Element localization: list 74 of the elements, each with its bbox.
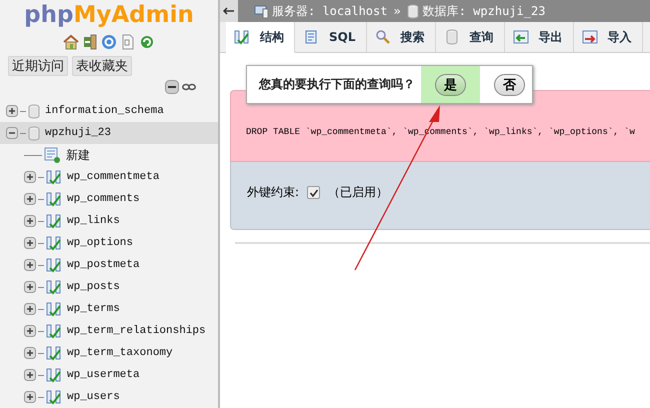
expand-toggle[interactable]: [6, 105, 18, 117]
table-name[interactable]: wp_posts: [67, 281, 120, 293]
structure-icon: [234, 29, 250, 45]
export-icon: [512, 29, 528, 45]
table-name[interactable]: wp_users: [67, 391, 120, 403]
expand-toggle[interactable]: [24, 347, 36, 359]
table-icon: [46, 279, 62, 295]
table-name[interactable]: wp_term_taxonomy: [67, 347, 173, 359]
left-arrow-icon: [223, 7, 235, 15]
database-icon: [28, 104, 40, 118]
collapse-all-icon[interactable]: [165, 80, 179, 94]
breadcrumb-link[interactable]: 服务器: localhost: [272, 2, 388, 20]
expand-toggle[interactable]: [24, 325, 36, 337]
database-icon: [444, 29, 460, 45]
logo[interactable]: phpMyAdmin: [24, 0, 194, 28]
table-name[interactable]: wp_usermeta: [67, 369, 140, 381]
import-icon: [582, 29, 598, 45]
database-name: wpzhuji_23: [45, 127, 112, 139]
server-icon: [254, 4, 268, 18]
table-icon: [46, 235, 62, 251]
expand-toggle[interactable]: [24, 171, 36, 183]
panel-tab-button[interactable]: 表收藏夹: [72, 56, 132, 76]
expand-toggle[interactable]: [24, 369, 36, 381]
database-icon: [406, 4, 419, 18]
expand-toggle[interactable]: [24, 237, 36, 249]
collapse-toggle[interactable]: [6, 127, 18, 139]
expand-toggle[interactable]: [24, 391, 36, 403]
link-icon[interactable]: [182, 83, 196, 91]
document-icon[interactable]: [120, 34, 136, 50]
database-icon: [28, 126, 40, 140]
back-button[interactable]: [220, 0, 238, 22]
expand-toggle[interactable]: [24, 303, 36, 315]
table-name[interactable]: wp_commentmeta: [67, 171, 160, 183]
table-icon: [46, 389, 62, 405]
table-name[interactable]: wp_links: [67, 215, 120, 227]
tab[interactable]: 结构: [226, 22, 295, 53]
checkbox[interactable]: [307, 186, 320, 199]
home-icon[interactable]: [63, 34, 79, 50]
table-icon: [46, 367, 62, 383]
table-name[interactable]: wp_postmeta: [67, 259, 140, 271]
reload-icon[interactable]: [139, 34, 155, 50]
dialog-button[interactable]: 否: [494, 74, 525, 96]
table-icon: [46, 191, 62, 207]
table-name[interactable]: wp_comments: [67, 193, 140, 205]
table-name[interactable]: wp_options: [67, 237, 134, 249]
table-name[interactable]: wp_term_relationships: [67, 325, 206, 337]
breadcrumb-separator: »: [393, 4, 401, 18]
door-icon[interactable]: [82, 34, 98, 50]
dialog-button[interactable]: 是: [435, 74, 466, 96]
foreign-key-label: 外键约束:: [247, 184, 300, 201]
table-icon: [46, 257, 62, 273]
database-name: information_schema: [45, 105, 164, 117]
table-name[interactable]: wp_terms: [67, 303, 120, 315]
breadcrumb-link[interactable]: 数据库: wpzhuji_23: [422, 2, 546, 20]
table-icon: [46, 301, 62, 317]
expand-toggle[interactable]: [24, 193, 36, 205]
table-icon: [46, 169, 62, 185]
dialog-question: 您真的要执行下面的查询吗？: [259, 76, 415, 93]
expand-toggle[interactable]: [24, 215, 36, 227]
table-icon: [46, 345, 62, 361]
expand-toggle[interactable]: [24, 259, 36, 271]
panel-tab-button[interactable]: 近期访问: [8, 56, 68, 76]
check-icon: [309, 188, 318, 197]
table-icon: [46, 213, 62, 229]
search-icon: [374, 29, 390, 45]
table-icon: [46, 323, 62, 339]
new-table-link[interactable]: 新建: [66, 146, 90, 164]
status-text: （已启用）: [328, 184, 388, 201]
expand-toggle[interactable]: [24, 281, 36, 293]
help-icon[interactable]: [101, 34, 117, 50]
script-icon: [303, 29, 319, 45]
database-row[interactable]: information_schema: [0, 100, 218, 122]
new-table-icon: [44, 146, 61, 164]
database-row[interactable]: wpzhuji_23: [0, 122, 218, 144]
